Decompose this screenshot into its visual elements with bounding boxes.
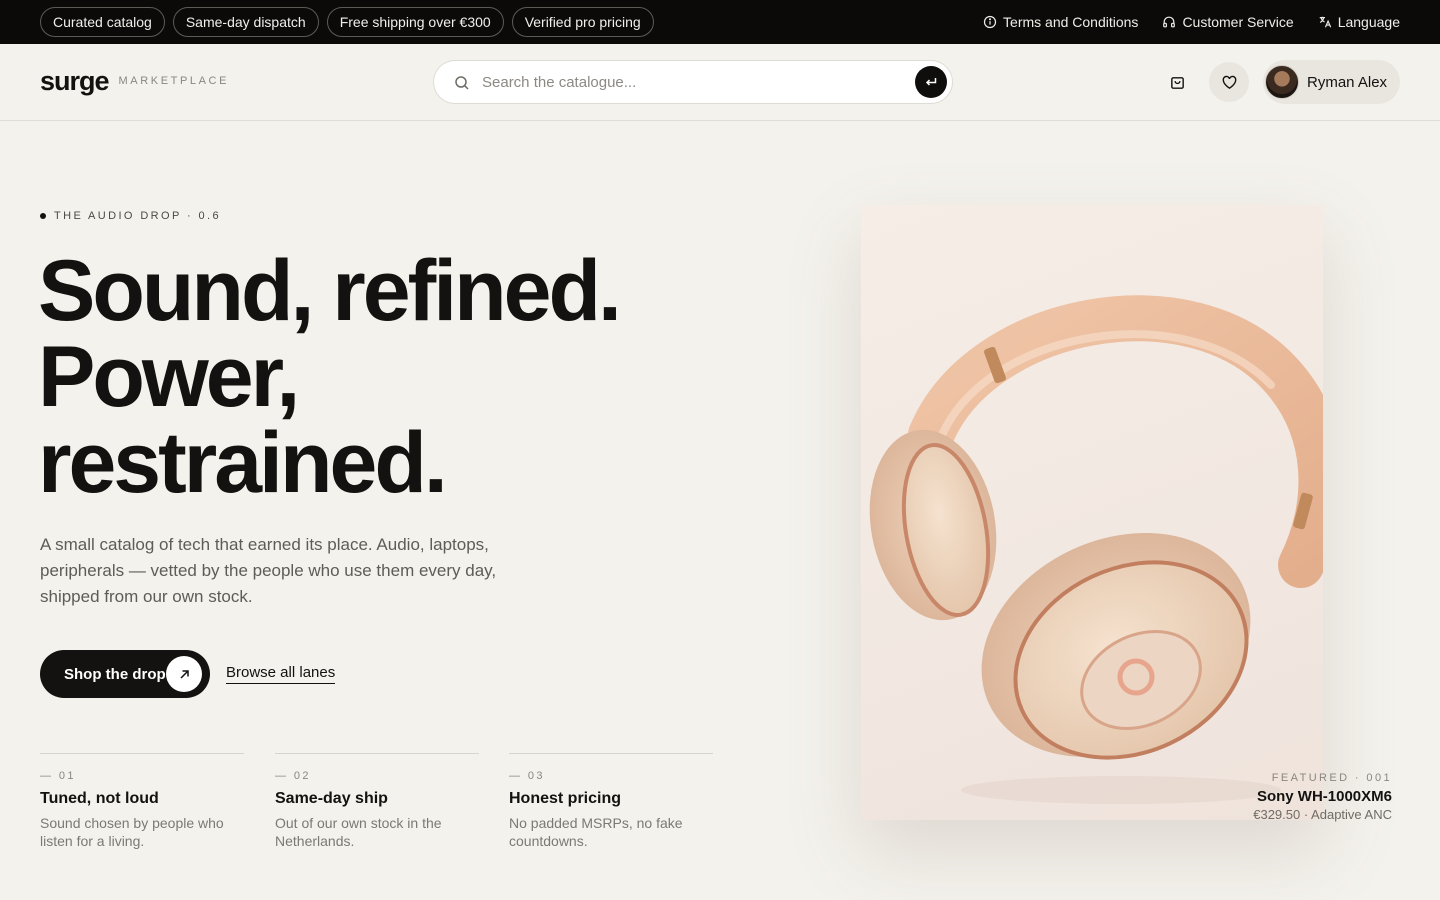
feature-title: Honest pricing [509, 790, 622, 807]
arrow-up-right-icon [179, 669, 189, 679]
feature-item: — 01 Tuned, not loud Sound chosen by peo… [40, 753, 244, 850]
featured-caption: FEATURED · 001 Sony WH-1000XM6 €329.50 ·… [1253, 772, 1392, 822]
hero-lead: A small catalog of tech that earned its … [40, 535, 497, 606]
pill-curated-catalog[interactable]: Curated catalog [40, 7, 165, 37]
search-submit-button[interactable] [915, 66, 947, 98]
featured-product-meta: €329.50 · Adaptive ANC [1253, 807, 1392, 822]
featured-label: FEATURED · 001 [1271, 772, 1392, 784]
customer-service-label: Customer Service [1182, 14, 1294, 30]
logo[interactable]: surge MARKETPLACE [40, 66, 229, 97]
pill-free-shipping[interactable]: Free shipping over €300 [326, 7, 504, 37]
feature-number: — 03 [509, 770, 545, 782]
pill-verified-pricing[interactable]: Verified pro pricing [511, 7, 654, 37]
feature-description: Out of our own stock in the Netherlands. [275, 815, 442, 849]
shopping-bag-icon [1170, 76, 1184, 89]
user-menu[interactable]: Ryman Alex [1263, 60, 1400, 104]
feature-number: — 02 [275, 770, 311, 782]
hero-eyebrow: THE AUDIO DROP · 0.6 [40, 210, 221, 222]
headline-line-2: Power, [38, 329, 300, 425]
cta-arrow [166, 656, 202, 692]
feature-item: — 02 Same-day ship Out of our own stock … [275, 753, 479, 850]
logo-subtitle: MARKETPLACE [118, 75, 230, 87]
cta-label: Shop the drop [64, 665, 166, 683]
language-link[interactable]: Language [1318, 14, 1400, 30]
terms-link[interactable]: Terms and Conditions [983, 14, 1138, 30]
translate-icon [1319, 16, 1331, 28]
shop-the-drop-button[interactable]: Shop the drop [40, 650, 210, 698]
feature-number: — 01 [40, 770, 76, 782]
headline-line-3: restrained. [38, 415, 448, 511]
featured-product-name[interactable]: Sony WH-1000XM6 [1253, 788, 1392, 805]
pill-same-day-dispatch[interactable]: Same-day dispatch [172, 7, 319, 37]
browse-all-lanes-link[interactable]: Browse all lanes [226, 664, 336, 684]
feature-description: No padded MSRPs, no fake countdowns. [509, 815, 683, 849]
headline-line-1: Sound, refined. [38, 243, 622, 339]
wishlist-button[interactable] [1209, 62, 1249, 102]
enter-arrow-icon [925, 78, 937, 86]
search-input[interactable] [482, 61, 902, 103]
user-name: Ryman Alex [1307, 73, 1388, 91]
cart-button[interactable] [1157, 62, 1197, 102]
feature-title: Same-day ship [275, 790, 388, 807]
feature-item: — 03 Honest pricing No padded MSRPs, no … [509, 753, 713, 850]
customer-service-link[interactable]: Customer Service [1162, 14, 1294, 30]
heart-icon [1222, 75, 1236, 89]
headphones-illustration [869, 295, 1323, 804]
logo-wordmark: surge [40, 66, 110, 96]
language-label: Language [1337, 14, 1400, 30]
hero-headline: Sound, refined. Power, restrained. [38, 248, 738, 506]
avatar [1265, 65, 1299, 99]
feature-description: Sound chosen by people who listen for a … [40, 815, 224, 849]
info-circle-icon [983, 15, 997, 29]
eyebrow-text: THE AUDIO DROP · 0.6 [54, 210, 221, 222]
terms-link-label: Terms and Conditions [1003, 14, 1139, 30]
headphones-icon [1163, 16, 1176, 28]
eyebrow-dot [40, 213, 46, 219]
feature-title: Tuned, not loud [40, 790, 159, 807]
site-header: surge MARKETPLACE Ryman Alex [0, 44, 1440, 121]
utility-links: Terms and Conditions Customer Service La… [983, 14, 1400, 30]
top-bar: Curated catalog Same-day dispatch Free s… [0, 0, 1440, 44]
search-bar [433, 60, 953, 104]
featured-product-image[interactable] [861, 205, 1323, 820]
benefit-pills: Curated catalog Same-day dispatch Free s… [40, 7, 654, 37]
search-icon [455, 76, 469, 90]
